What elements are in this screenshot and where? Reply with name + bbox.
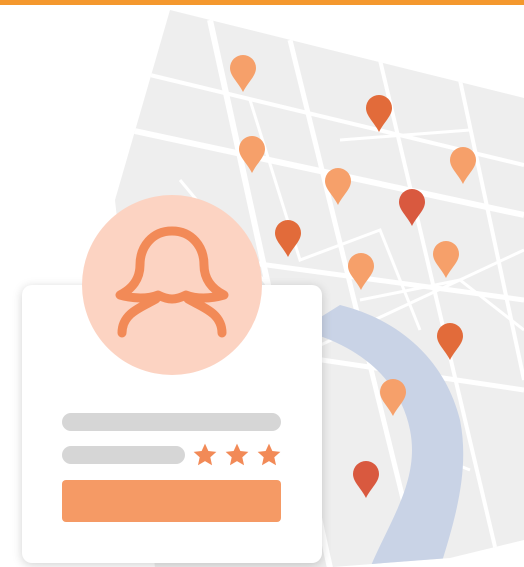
star-icon (225, 443, 249, 466)
detail-placeholder-line (62, 446, 185, 464)
person-silhouette-icon (115, 226, 229, 338)
star-icon (257, 443, 281, 466)
avatar (82, 195, 262, 375)
star-icon (193, 443, 217, 466)
action-button[interactable] (62, 480, 281, 522)
name-placeholder-line (62, 413, 281, 431)
